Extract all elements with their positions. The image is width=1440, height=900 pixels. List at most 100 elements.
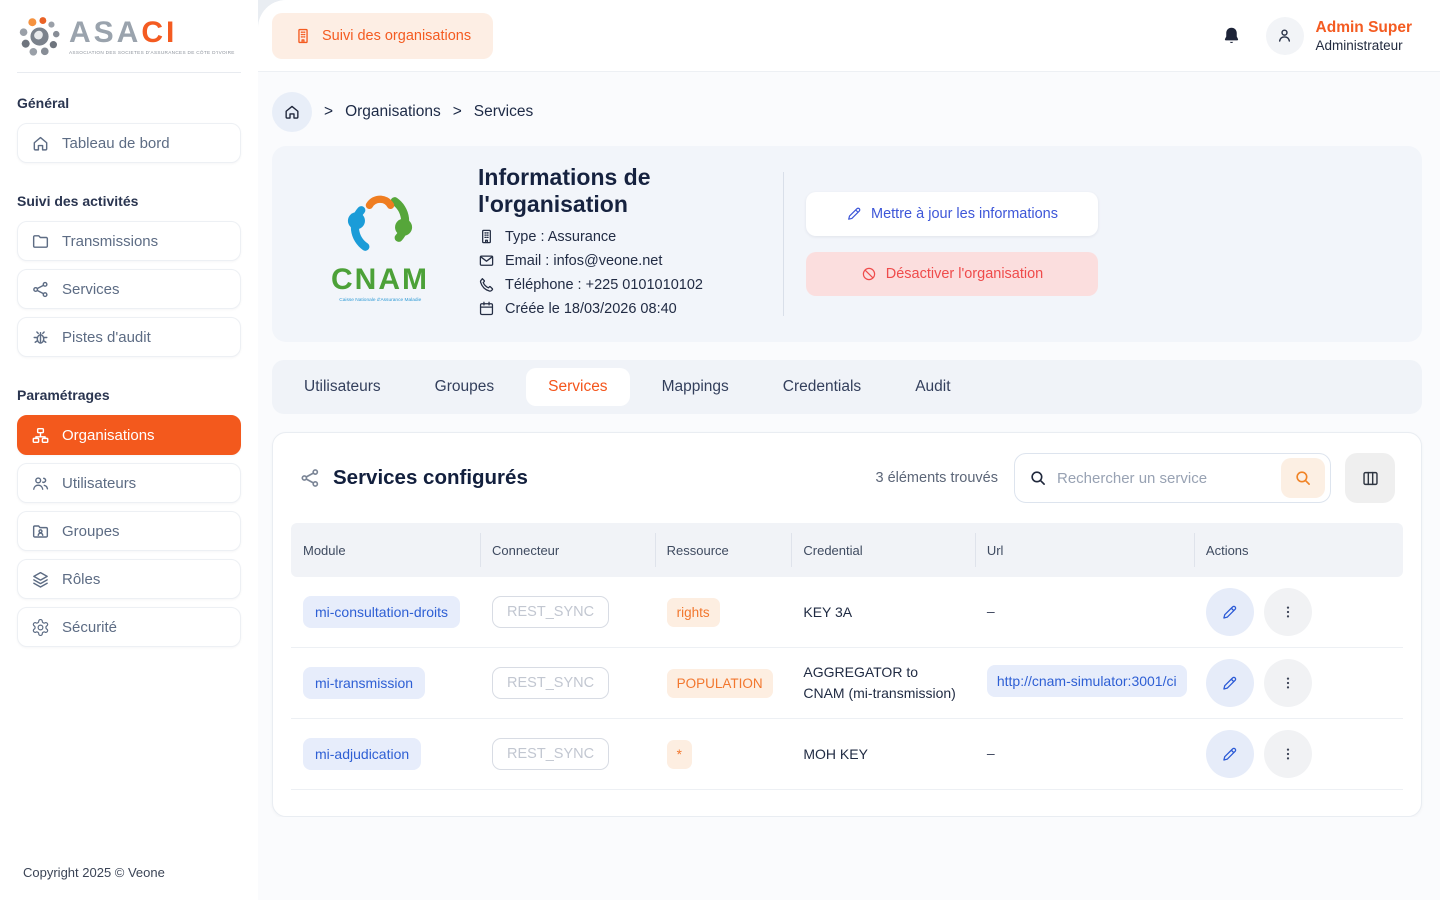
url-link[interactable]: http://cnam-simulator:3001/ci	[987, 665, 1187, 697]
sidebar-item-label: Groupes	[62, 523, 120, 540]
content: > Organisations > Services CNAM Caisse	[258, 72, 1440, 817]
table-row: mi-consultation-droits REST_SYNC rights …	[291, 577, 1403, 648]
sidebar-item-securite[interactable]: Sécurité	[17, 607, 241, 647]
table-header-row: Module Connecteur Ressource Credential U…	[291, 523, 1403, 577]
cnam-logo-icon	[339, 185, 421, 263]
sidebar-item-services[interactable]: Services	[17, 269, 241, 309]
sidebar-item-organisations[interactable]: Organisations	[17, 415, 241, 455]
columns-toggle-button[interactable]	[1345, 453, 1395, 503]
sidebar-item-label: Pistes d'audit	[62, 329, 151, 346]
breadcrumb-home-button[interactable]	[272, 92, 312, 132]
pencil-icon	[846, 206, 862, 222]
column-header-actions: Actions	[1194, 523, 1403, 577]
user-name: Admin Super	[1316, 18, 1412, 38]
edit-service-button[interactable]	[1206, 588, 1254, 636]
main-area: Suivi des organisations Admin Super Admi…	[258, 0, 1440, 900]
update-informations-button[interactable]: Mettre à jour les informations	[806, 192, 1098, 236]
tabs-bar: Utilisateurs Groupes Services Mappings C…	[272, 360, 1422, 414]
column-header-connecteur: Connecteur	[480, 523, 655, 577]
suivi-organisations-button[interactable]: Suivi des organisations	[272, 13, 493, 59]
breadcrumb-separator: >	[453, 103, 462, 121]
section-label: Suivi des activités	[17, 193, 241, 209]
share-icon	[299, 467, 321, 489]
more-actions-button[interactable]	[1264, 730, 1312, 778]
edit-service-button[interactable]	[1206, 730, 1254, 778]
services-card-header: Services configurés 3 éléments trouvés	[291, 453, 1403, 523]
brand-tagline: ASSOCIATION DES SOCIETES D'ASSURANCES DE…	[69, 51, 235, 56]
organisation-type: Type : Assurance	[505, 229, 616, 245]
module-badge[interactable]: mi-consultation-droits	[303, 596, 460, 628]
sidebar-item-roles[interactable]: Rôles	[17, 559, 241, 599]
building-icon	[478, 228, 495, 245]
cnam-logo: CNAM Caisse Nationale d'Assurance Maladi…	[296, 185, 464, 303]
service-search-box	[1014, 453, 1331, 503]
user-menu[interactable]: Admin Super Administrateur	[1266, 17, 1412, 55]
column-header-module: Module	[291, 523, 480, 577]
asaci-logo: ASACI ASSOCIATION DES SOCIETES D'ASSURAN…	[19, 16, 281, 58]
module-badge[interactable]: mi-transmission	[303, 667, 425, 699]
user-role: Administrateur	[1316, 38, 1412, 53]
sidebar: ASACI ASSOCIATION DES SOCIETES D'ASSURAN…	[0, 0, 258, 900]
tab-services[interactable]: Services	[526, 368, 629, 406]
resource-badge: POPULATION	[667, 669, 773, 698]
tab-groupes[interactable]: Groupes	[413, 368, 516, 406]
url-value: –	[987, 745, 995, 761]
sidebar-item-utilisateurs[interactable]: Utilisateurs	[17, 463, 241, 503]
share-icon	[31, 280, 50, 299]
divider	[783, 172, 784, 316]
notification-bell-icon[interactable]	[1221, 25, 1242, 47]
module-badge[interactable]: mi-adjudication	[303, 738, 421, 770]
sidebar-item-label: Tableau de bord	[62, 135, 170, 152]
deactivate-organisation-label: Désactiver l'organisation	[886, 266, 1044, 282]
breadcrumb-organisations[interactable]: Organisations	[345, 103, 441, 121]
brand-name: ASACI	[69, 18, 281, 48]
sidebar-item-label: Organisations	[62, 427, 155, 444]
home-icon	[31, 134, 50, 153]
sidebar-item-transmissions[interactable]: Transmissions	[17, 221, 241, 261]
more-actions-button[interactable]	[1264, 588, 1312, 636]
group-folder-icon	[31, 522, 50, 541]
tab-utilisateurs[interactable]: Utilisateurs	[282, 368, 403, 406]
breadcrumb: > Organisations > Services	[272, 92, 1422, 132]
update-informations-label: Mettre à jour les informations	[871, 206, 1058, 222]
sidebar-item-pistes-audit[interactable]: Pistes d'audit	[17, 317, 241, 357]
results-count: 3 éléments trouvés	[875, 470, 998, 486]
edit-service-button[interactable]	[1206, 659, 1254, 707]
sidebar-item-tableau-de-bord[interactable]: Tableau de bord	[17, 123, 241, 163]
ban-icon	[861, 266, 877, 282]
breadcrumb-separator: >	[324, 103, 333, 121]
credential-value: KEY 3A	[791, 602, 974, 623]
envelope-icon	[478, 252, 495, 269]
deactivate-organisation-button[interactable]: Désactiver l'organisation	[806, 252, 1098, 296]
section-label: Paramétrages	[17, 387, 241, 403]
suivi-organisations-label: Suivi des organisations	[322, 28, 471, 44]
section-label: Général	[17, 95, 241, 111]
breadcrumb-services[interactable]: Services	[474, 103, 533, 121]
search-input[interactable]	[1057, 470, 1271, 487]
tab-credentials[interactable]: Credentials	[761, 368, 883, 406]
table-row: mi-adjudication REST_SYNC * MOH KEY –	[291, 719, 1403, 790]
users-icon	[31, 474, 50, 493]
connector-badge: REST_SYNC	[492, 667, 609, 699]
organisation-details: Informations de l'organisation Type : As…	[464, 164, 783, 324]
table-row: mi-transmission REST_SYNC POPULATION AGG…	[291, 648, 1403, 719]
search-icon	[1029, 469, 1047, 487]
services-card: Services configurés 3 éléments trouvés M…	[272, 432, 1422, 817]
sidebar-section-general: Général Tableau de bord	[17, 93, 241, 171]
sidebar-item-label: Transmissions	[62, 233, 158, 250]
more-actions-button[interactable]	[1264, 659, 1312, 707]
tab-mappings[interactable]: Mappings	[640, 368, 751, 406]
resource-badge: rights	[667, 598, 720, 627]
sidebar-item-groupes[interactable]: Groupes	[17, 511, 241, 551]
connector-badge: REST_SYNC	[492, 738, 609, 770]
resource-badge: *	[667, 740, 692, 769]
organisation-created: Créée le 18/03/2026 08:40	[505, 301, 677, 317]
column-header-url: Url	[975, 523, 1194, 577]
topbar: Suivi des organisations Admin Super Admi…	[258, 0, 1440, 72]
cnam-logo-text: CNAM	[331, 265, 429, 295]
search-submit-button[interactable]	[1281, 458, 1325, 498]
phone-icon	[478, 276, 495, 293]
cnam-logo-subtitle: Caisse Nationale d'Assurance Maladie	[339, 298, 421, 303]
sidebar-item-label: Rôles	[62, 571, 100, 588]
tab-audit[interactable]: Audit	[893, 368, 972, 406]
